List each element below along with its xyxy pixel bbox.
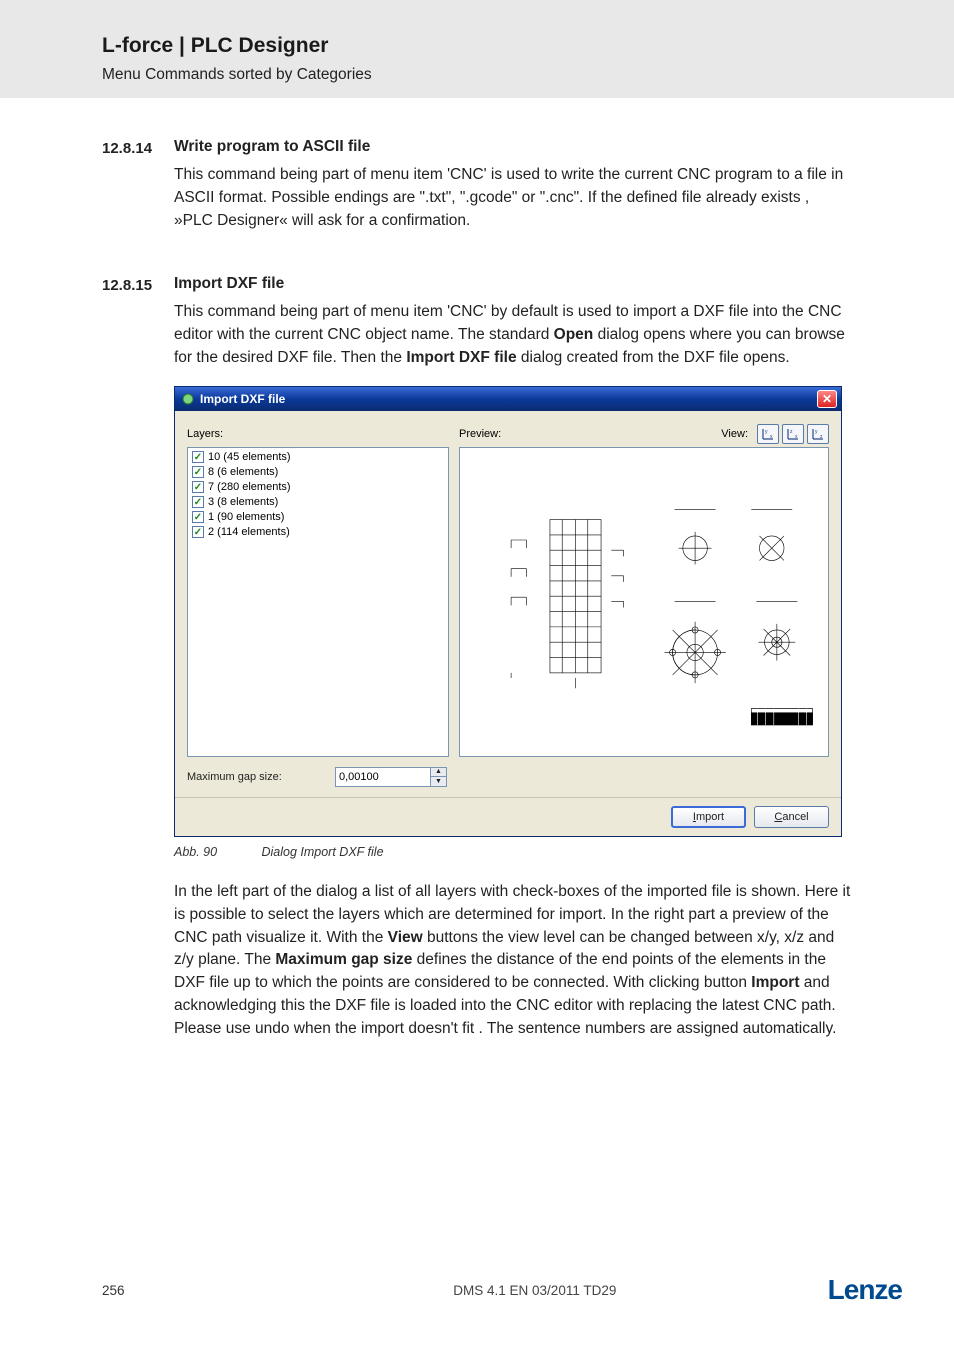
import-button[interactable]: Import [671, 806, 746, 828]
checkbox-icon[interactable]: ✓ [192, 526, 204, 538]
section-title: Write program to ASCII file [174, 138, 852, 156]
layer-label: 10 (45 elements) [208, 451, 291, 463]
spin-down-icon[interactable]: ▼ [431, 777, 446, 786]
document-id: DMS 4.1 EN 03/2011 TD29 [242, 1283, 828, 1298]
dialog-titlebar: Import DXF file ✕ [175, 387, 841, 411]
figure-caption: Abb. 90 Dialog Import DXF file [174, 845, 852, 859]
view-zy-button[interactable]: yz [807, 424, 829, 444]
section-title: Import DXF file [174, 275, 852, 293]
dialog-icon [181, 392, 195, 406]
section-12-8-14: 12.8.14 Write program to ASCII file This… [102, 138, 852, 233]
layer-label: 3 (8 elements) [208, 496, 278, 508]
checkbox-icon[interactable]: ✓ [192, 481, 204, 493]
cancel-button[interactable]: Cancel [754, 806, 829, 828]
dialog-screenshot: Import DXF file ✕ Layers: ✓ 10 (45 elemen… [174, 386, 852, 837]
section-number: 12.8.14 [102, 138, 174, 233]
layer-label: 1 (90 elements) [208, 511, 284, 523]
layer-item[interactable]: ✓ 7 (280 elements) [192, 480, 444, 495]
caption-text: Dialog Import DXF file [261, 845, 383, 859]
layers-label: Layers: [187, 428, 223, 440]
svg-text:z: z [790, 429, 793, 435]
gap-label: Maximum gap size: [187, 771, 335, 783]
svg-text:y: y [815, 429, 818, 435]
layer-item[interactable]: ✓ 10 (45 elements) [192, 450, 444, 465]
svg-text:y: y [765, 429, 768, 435]
dialog-title: Import DXF file [200, 392, 817, 406]
view-label: View: [721, 428, 748, 440]
layer-label: 2 (114 elements) [208, 526, 290, 538]
preview-label: Preview: [459, 428, 501, 440]
checkbox-icon[interactable]: ✓ [192, 496, 204, 508]
section-number: 12.8.15 [102, 275, 174, 1041]
page-title: L-force | PLC Designer [102, 34, 954, 58]
gap-field[interactable] [336, 768, 430, 786]
page-footer: 256 DMS 4.1 EN 03/2011 TD29 Lenze [0, 1274, 954, 1306]
layer-item[interactable]: ✓ 1 (90 elements) [192, 510, 444, 525]
layer-item[interactable]: ✓ 2 (114 elements) [192, 525, 444, 540]
gap-input[interactable]: ▲ ▼ [335, 767, 447, 787]
page-number: 256 [102, 1283, 242, 1298]
caption-label: Abb. 90 [174, 845, 258, 859]
layer-item[interactable]: ✓ 3 (8 elements) [192, 495, 444, 510]
lenze-logo: Lenze [828, 1274, 902, 1306]
page-header: L-force | PLC Designer Menu Commands sor… [0, 0, 954, 98]
checkbox-icon[interactable]: ✓ [192, 451, 204, 463]
page-subheading: Menu Commands sorted by Categories [102, 66, 954, 84]
layer-label: 8 (6 elements) [208, 466, 278, 478]
section-12-8-15: 12.8.15 Import DXF file This command bei… [102, 275, 852, 1041]
spin-up-icon[interactable]: ▲ [431, 768, 446, 778]
section-text-post: In the left part of the dialog a list of… [174, 881, 852, 1042]
preview-canvas [459, 447, 829, 757]
layer-item[interactable]: ✓ 8 (6 elements) [192, 465, 444, 480]
close-icon[interactable]: ✕ [817, 390, 837, 408]
view-xz-button[interactable]: zx [782, 424, 804, 444]
view-xy-button[interactable]: yx [757, 424, 779, 444]
checkbox-icon[interactable]: ✓ [192, 511, 204, 523]
section-text-pre: This command being part of menu item 'CN… [174, 301, 852, 370]
layer-label: 7 (280 elements) [208, 481, 291, 493]
layers-list[interactable]: ✓ 10 (45 elements) ✓ 8 (6 elements) ✓ 7 (28… [187, 447, 449, 757]
section-text: This command being part of menu item 'CN… [174, 164, 852, 233]
checkbox-icon[interactable]: ✓ [192, 466, 204, 478]
